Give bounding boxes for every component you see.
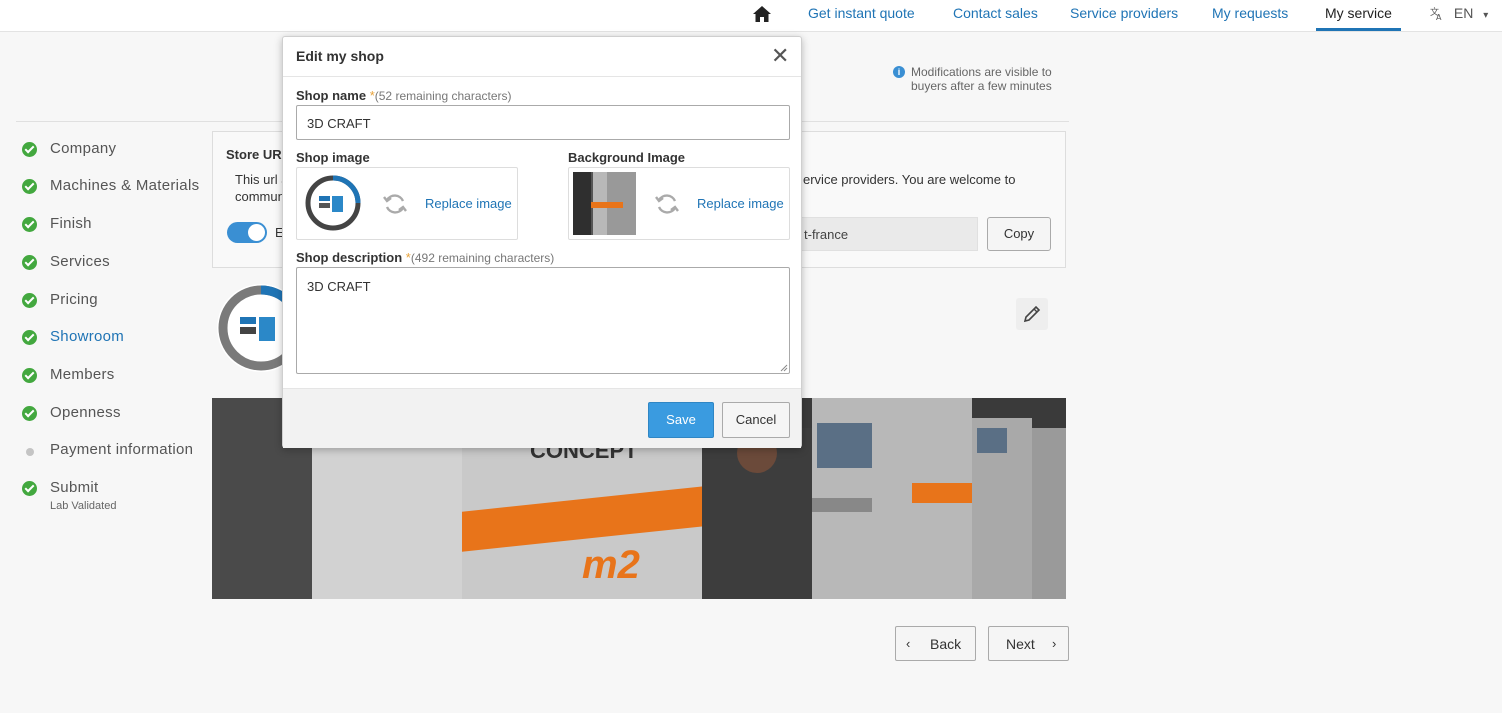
store-url-description-right: ervice providers. You are welcome to [803,172,1016,187]
store-url-description: This url a [235,172,289,187]
pencil-icon [1023,305,1041,323]
replace-shop-image-link[interactable]: Replace image [425,196,512,211]
check-icon [22,217,37,232]
language-code: EN [1453,5,1474,21]
back-button[interactable]: ‹ Back [895,626,976,661]
active-tab-indicator [1316,28,1401,31]
back-button-label: Back [930,636,962,652]
close-icon[interactable]: ✕ [771,45,789,67]
check-icon [22,293,37,308]
store-url-value: t-france [804,227,849,242]
svg-text:A: A [1436,13,1442,20]
pending-dot-icon [26,448,34,456]
check-icon [22,255,37,270]
svg-text:m2: m2 [582,543,640,587]
background-image-label: Background Image [568,150,686,165]
edit-shop-button[interactable] [1016,298,1048,330]
chevron-right-icon: › [1052,636,1057,651]
language-selector[interactable]: 文 A EN ▾ [1430,5,1489,22]
shop-name-label-text: Shop name [296,88,367,103]
edit-shop-modal: Edit my shop ✕ Shop name *(52 remaining … [282,36,802,448]
step-label: Showroom [50,328,125,345]
info-icon: i [893,66,905,78]
background-image-thumbnail [573,172,636,235]
chevron-left-icon: ‹ [906,636,911,651]
copy-button[interactable]: Copy [987,217,1051,251]
shop-name-hint: (52 remaining characters) [374,89,512,103]
refresh-icon[interactable] [653,190,681,218]
resize-grip-icon[interactable] [780,364,788,372]
shop-name-input[interactable]: 3D CRAFT [296,105,790,140]
nav-link-instant-quote[interactable]: Get instant quote [808,5,915,21]
check-icon [22,330,37,345]
shop-name-label: Shop name *(52 remaining characters) [296,88,512,103]
nav-link-my-requests[interactable]: My requests [1212,5,1288,21]
check-icon [22,406,37,421]
replace-background-image-link[interactable]: Replace image [697,196,784,211]
cancel-button[interactable]: Cancel [722,402,790,438]
shop-description-label-text: Shop description [296,250,403,265]
shop-description-textarea[interactable]: 3D CRAFT [296,267,790,374]
nav-link-my-service[interactable]: My service [1325,5,1392,21]
modal-header: Edit my shop ✕ [283,37,801,77]
shop-image-label: Shop image [296,150,370,165]
step-label: Finish [50,215,92,232]
shop-description-value: 3D CRAFT [307,279,371,294]
step-sublabel: Lab Validated [50,500,117,512]
shop-description-label: Shop description *(492 remaining charact… [296,250,554,265]
step-label: Submit [50,479,99,496]
step-label: Company [50,140,117,157]
check-icon [22,179,37,194]
store-url-title: Store URL [226,147,290,162]
step-label: Openness [50,404,121,421]
nav-link-contact-sales[interactable]: Contact sales [953,5,1038,21]
next-button[interactable]: Next › [988,626,1069,661]
top-nav: Get instant quote Contact sales Service … [0,0,1502,32]
modal-title: Edit my shop [296,48,384,64]
modifications-note: i Modifications are visible to buyers af… [893,65,1068,93]
shop-image-thumbnail [304,174,362,232]
shop-name-value: 3D CRAFT [307,116,371,131]
step-label: Payment information [50,441,194,458]
home-icon[interactable] [752,5,772,23]
shop-image-box: Replace image [296,167,518,240]
background-image-box: Replace image [568,167,790,240]
step-label: Members [50,366,115,383]
chevron-down-icon: ▾ [1483,10,1489,21]
next-button-label: Next [1006,636,1035,652]
store-url-toggle[interactable] [227,222,267,243]
step-label: Machines & Materials [50,177,200,194]
store-url-description-line2: commun [235,189,285,204]
save-button[interactable]: Save [648,402,714,438]
step-label: Pricing [50,291,98,308]
check-icon [22,142,37,157]
check-icon [22,368,37,383]
step-label: Services [50,253,110,270]
shop-description-hint: (492 remaining characters) [410,251,555,265]
check-icon [22,481,37,496]
modifications-note-text: Modifications are visible to buyers afte… [911,65,1052,93]
translate-icon: 文 A [1430,6,1442,22]
refresh-icon[interactable] [381,190,409,218]
nav-link-service-providers[interactable]: Service providers [1070,5,1178,21]
modal-footer: Save Cancel [283,388,801,448]
